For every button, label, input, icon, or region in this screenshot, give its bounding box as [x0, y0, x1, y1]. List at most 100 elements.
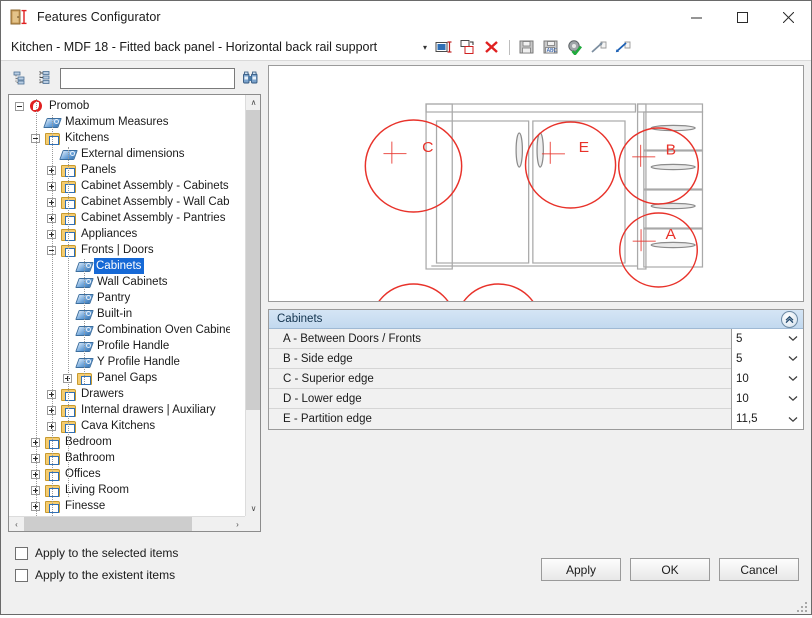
tree-item-label: Panels — [81, 164, 117, 176]
duplicate-icon[interactable] — [457, 36, 479, 58]
tree-guide-line — [68, 147, 69, 497]
scroll-down-button[interactable]: ∨ — [246, 501, 260, 516]
tree-item-drawers[interactable]: Drawers — [9, 386, 230, 402]
search-input[interactable] — [60, 67, 235, 89]
settings-validate-icon[interactable] — [564, 36, 586, 58]
property-value-combobox[interactable]: 11,5 — [731, 409, 803, 429]
checkbox-apply-existent[interactable] — [15, 568, 28, 582]
collapse-tree-icon[interactable] — [10, 68, 30, 88]
collapse-group-button[interactable] — [781, 311, 798, 328]
tree-item-panel-gaps[interactable]: Panel Gaps — [9, 370, 230, 386]
checkbox-label: Apply to the existent items — [35, 568, 176, 582]
tree-item-wall-cabinets[interactable]: Wall Cabinets — [9, 274, 230, 290]
scroll-up-button[interactable]: ∧ — [246, 95, 260, 110]
expand-tree-icon[interactable] — [34, 68, 54, 88]
delete-icon[interactable] — [481, 36, 503, 58]
property-label: D - Lower edge — [283, 392, 362, 405]
callout-c-0: C — [364, 119, 463, 213]
tree-item-label: Y Profile Handle — [97, 356, 180, 368]
tree-item-label: Wall Cabinets — [97, 276, 168, 288]
tree-item-promob[interactable]: Promob — [9, 98, 230, 114]
features-configurator-window: Features Configurator Kitchen - MDF 18 -… — [0, 0, 812, 615]
tree-vertical-scrollbar[interactable]: ∧ ∨ — [245, 95, 260, 516]
tree-item-offices[interactable]: Offices — [9, 466, 230, 482]
tree-item-label: Cabinet Assembly - Wall Cabinets — [81, 196, 230, 208]
tree-item-fronts-doors[interactable]: Fronts | Doors — [9, 242, 230, 258]
ok-button[interactable]: OK — [630, 558, 710, 581]
tree-item-y-profile-handle[interactable]: Y Profile Handle — [9, 354, 230, 370]
import-icon[interactable] — [612, 36, 634, 58]
cabinet-preview[interactable]: C E B A D A — [268, 65, 804, 302]
minimize-button[interactable] — [673, 1, 719, 33]
callout-d-4: D — [378, 283, 449, 301]
binoculars-icon[interactable] — [239, 68, 261, 89]
chevron-down-icon[interactable] — [788, 409, 798, 429]
property-value-combobox[interactable]: 10 — [731, 368, 803, 389]
callout-a-3: A — [619, 212, 698, 288]
svg-text:ABC: ABC — [547, 48, 558, 54]
tree-item-kitchens[interactable]: Kitchens — [9, 130, 230, 146]
checkbox-apply-selected[interactable] — [15, 546, 28, 560]
chevron-down-icon[interactable] — [788, 349, 798, 369]
maximize-button[interactable] — [719, 1, 765, 33]
tree-horizontal-scrollbar[interactable]: ‹ › — [9, 516, 245, 531]
tree-guide-line — [52, 115, 53, 520]
tree-item-panels[interactable]: Panels — [9, 162, 230, 178]
callout-label: B — [666, 142, 676, 159]
collapse-node-icon[interactable] — [15, 101, 24, 111]
tree-item-internal-drawers-auxiliary[interactable]: Internal drawers | Auxiliary — [9, 402, 230, 418]
rename-icon[interactable] — [433, 36, 455, 58]
tree-item-bathroom[interactable]: Bathroom — [9, 450, 230, 466]
tree-item-maximum-measures[interactable]: Maximum Measures — [9, 114, 230, 130]
tree-item-cabinet-assembly-pantries[interactable]: Cabinet Assembly - Pantries — [9, 210, 230, 226]
chevron-down-icon[interactable] — [788, 389, 798, 409]
tree-item-appliances[interactable]: Appliances — [9, 226, 230, 242]
tree-item-cabinets[interactable]: Cabinets — [9, 258, 230, 274]
property-value-combobox[interactable]: 5 — [731, 328, 803, 349]
export-icon[interactable] — [588, 36, 610, 58]
apply-button[interactable]: Apply — [541, 558, 621, 581]
property-value-combobox[interactable]: 5 — [731, 348, 803, 369]
properties-panel: Cabinets A - Between Doors / Fronts 5 B - … — [268, 309, 804, 430]
tree-item-finesse[interactable]: Finesse — [9, 498, 230, 514]
tree-item-pantry[interactable]: Pantry — [9, 290, 230, 306]
property-value-combobox[interactable]: 10 — [731, 388, 803, 409]
tree-item-living-room[interactable]: Living Room — [9, 482, 230, 498]
toolbar-overflow-caret[interactable]: ▾ — [419, 36, 431, 58]
tree-item-label: Living Room — [65, 484, 129, 496]
tree-item-label: Panel Gaps — [97, 372, 158, 384]
property-row: D - Lower edge 10 — [269, 388, 803, 409]
tree-item-cabinet-assembly-wall-cabinets[interactable]: Cabinet Assembly - Wall Cabinets — [9, 194, 230, 210]
chevron-down-icon[interactable] — [788, 369, 798, 389]
feature-tree[interactable]: Promob Maximum Measures Kitchens External d… — [9, 95, 230, 520]
resize-grip[interactable] — [796, 600, 808, 612]
scroll-right-button[interactable]: › — [230, 517, 245, 531]
tree-item-cabinet-assembly-cabinets[interactable]: Cabinet Assembly - Cabinets — [9, 178, 230, 194]
tree-item-built-in[interactable]: Built-in — [9, 306, 230, 322]
cancel-button[interactable]: Cancel — [719, 558, 799, 581]
tree-item-label: Promob — [49, 100, 90, 112]
save-icon[interactable] — [516, 36, 538, 58]
property-label: A - Between Doors / Fronts — [283, 332, 422, 345]
tree-item-label: Drawers — [81, 388, 124, 400]
close-button[interactable] — [765, 1, 811, 33]
properties-rows: A - Between Doors / Fronts 5 B - Side edge… — [269, 328, 803, 429]
scroll-left-button[interactable]: ‹ — [9, 517, 24, 531]
tree-item-label: Kitchens — [65, 132, 110, 144]
scroll-thumb-vertical[interactable] — [246, 110, 260, 410]
chevron-down-icon[interactable] — [788, 329, 798, 349]
property-row: C - Superior edge 10 — [269, 368, 803, 389]
properties-group-header: Cabinets — [269, 310, 803, 329]
save-as-icon[interactable]: ABC — [540, 36, 562, 58]
tree-item-label: Cava Kitchens — [81, 420, 156, 432]
tree-item-external-dimensions[interactable]: External dimensions — [9, 146, 230, 162]
breadcrumb: Kitchen - MDF 18 - Fitted back panel - H… — [11, 39, 378, 54]
tree-item-bedroom[interactable]: Bedroom — [9, 434, 230, 450]
command-bar: Kitchen - MDF 18 - Fitted back panel - H… — [1, 33, 811, 61]
property-row: B - Side edge 5 — [269, 348, 803, 369]
scroll-thumb-horizontal[interactable] — [24, 517, 192, 531]
tree-item-profile-handle[interactable]: Profile Handle — [9, 338, 230, 354]
tree-item-combination-oven-cabinets[interactable]: Combination Oven Cabinets — [9, 322, 230, 338]
tree-item-cava-kitchens[interactable]: Cava Kitchens — [9, 418, 230, 434]
property-label: B - Side edge — [283, 352, 353, 365]
